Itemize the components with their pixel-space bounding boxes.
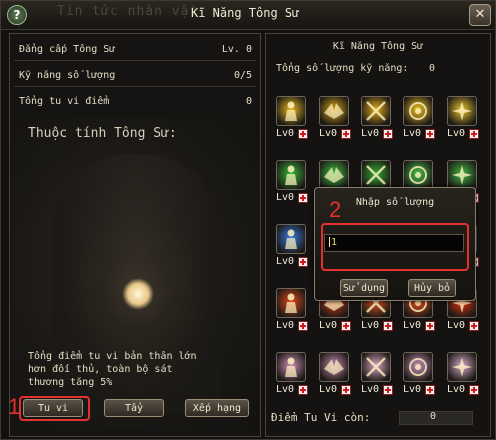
skill-slot[interactable]: Lv0 xyxy=(272,160,308,208)
pink-totem-icon[interactable] xyxy=(447,352,477,382)
master-attribute-description: Tổng điểm tu vi bản thân lớn hơn đối thủ… xyxy=(28,350,238,389)
cancel-button[interactable]: Hủy bỏ xyxy=(408,279,456,297)
stat-value-master-level: Lv. 0 xyxy=(221,44,252,55)
add-skill-plus-icon[interactable] xyxy=(298,193,308,203)
skill-level-label: Lv0 xyxy=(276,384,295,395)
skill-level-label: Lv0 xyxy=(403,128,422,139)
reset-button[interactable]: Tẩy xyxy=(104,399,164,417)
skill-level-label: Lv0 xyxy=(361,384,380,395)
golden-spark-icon[interactable] xyxy=(447,96,477,126)
skill-slot[interactable]: Lv0 xyxy=(357,96,393,144)
divider xyxy=(14,86,256,87)
green-spiral-icon[interactable] xyxy=(403,160,433,190)
green-figure-icon[interactable] xyxy=(276,160,306,190)
skill-level-label: Lv0 xyxy=(361,320,380,331)
master-skill-window: ? Tin tức nhân vật Kĩ Năng Tông Sư ✕ Đẳn… xyxy=(0,0,496,440)
add-skill-plus-icon[interactable] xyxy=(383,321,393,331)
yellow-shield-icon[interactable] xyxy=(276,96,306,126)
add-skill-plus-icon[interactable] xyxy=(425,385,435,395)
skill-slot[interactable]: Lv0 xyxy=(399,96,435,144)
add-skill-plus-icon[interactable] xyxy=(341,385,351,395)
add-skill-plus-icon[interactable] xyxy=(425,129,435,139)
green-blades-icon[interactable] xyxy=(361,160,391,190)
skill-level-label: Lv0 xyxy=(319,320,338,331)
skill-level-label: Lv0 xyxy=(276,320,295,331)
description-line: thương tăng 5% xyxy=(28,377,113,388)
use-button[interactable]: Sử dụng xyxy=(340,279,388,297)
background-tab-title: Tin tức nhân vật xyxy=(57,4,199,19)
skill-slot[interactable]: Lv0 xyxy=(272,96,308,144)
add-skill-plus-icon[interactable] xyxy=(383,129,393,139)
skill-slot[interactable]: Lv0 xyxy=(357,352,393,400)
add-skill-plus-icon[interactable] xyxy=(469,129,479,139)
skill-level-label: Lv0 xyxy=(276,192,295,203)
skill-slot[interactable]: Lv0 xyxy=(272,288,308,336)
add-skill-plus-icon[interactable] xyxy=(298,385,308,395)
skill-level-label: Lv0 xyxy=(403,320,422,331)
total-skill-count-label: Tổng số lượng kỹ năng: xyxy=(276,63,409,74)
description-line: Tổng điểm tu vi bản thân lớn xyxy=(28,351,197,362)
skill-slot[interactable]: Lv0 xyxy=(272,224,308,272)
description-line: hơn đối thủ, toàn bộ sát xyxy=(28,364,173,375)
stat-label-total-cultivation: Tổng tu vi điểm xyxy=(19,96,110,107)
golden-spiral-icon[interactable] xyxy=(403,96,433,126)
skill-level-label: Lv0 xyxy=(319,384,338,395)
add-skill-plus-icon[interactable] xyxy=(425,321,435,331)
skill-level-label: Lv0 xyxy=(319,128,338,139)
add-skill-plus-icon[interactable] xyxy=(341,321,351,331)
skill-level-label: Lv0 xyxy=(447,384,466,395)
crossed-blades-icon[interactable] xyxy=(361,96,391,126)
stat-label-skill-count: Kỹ năng số lượng xyxy=(19,70,116,81)
add-skill-plus-icon[interactable] xyxy=(469,385,479,395)
add-skill-plus-icon[interactable] xyxy=(298,321,308,331)
annotation-highlight-quantity-input xyxy=(321,223,469,271)
skill-slot[interactable]: Lv0 xyxy=(443,352,479,400)
annotation-step-2: 2 xyxy=(329,197,342,222)
remaining-cultivation-label: Điểm Tu Vi còn: xyxy=(271,411,371,424)
master-info-panel: Đẳng cấp Tông Sư Lv. 0 Kỹ năng số lượng … xyxy=(9,33,261,437)
green-wing-icon[interactable] xyxy=(319,160,349,190)
blue-figure-icon[interactable] xyxy=(276,224,306,254)
close-x-icon[interactable]: ✕ xyxy=(469,4,491,26)
skills-panel-title: Kĩ Năng Tông Sư xyxy=(332,41,424,52)
add-skill-plus-icon[interactable] xyxy=(298,257,308,267)
pink-blades-icon[interactable] xyxy=(361,352,391,382)
stat-value-skill-count: 0/5 xyxy=(233,70,252,81)
total-skill-count-value: 0 xyxy=(429,63,436,74)
skill-slot[interactable]: Lv0 xyxy=(315,96,351,144)
glowing-orb xyxy=(122,278,154,310)
skill-slot[interactable]: Lv0 xyxy=(399,352,435,400)
red-figure-icon[interactable] xyxy=(276,288,306,318)
remaining-cultivation-value: 0 xyxy=(430,411,437,422)
master-attributes-title: Thuộc tính Tông Sư: xyxy=(28,126,177,141)
skill-slot[interactable]: Lv0 xyxy=(272,352,308,400)
title-bar[interactable]: ? Tin tức nhân vật Kĩ Năng Tông Sư ✕ xyxy=(1,1,495,30)
skill-level-label: Lv0 xyxy=(361,128,380,139)
skill-level-label: Lv0 xyxy=(447,128,466,139)
skill-level-label: Lv0 xyxy=(403,384,422,395)
skill-slot[interactable]: Lv0 xyxy=(315,352,351,400)
pink-wing-icon[interactable] xyxy=(319,352,349,382)
wing-crest-icon[interactable] xyxy=(319,96,349,126)
stat-label-master-level: Đẳng cấp Tông Sư xyxy=(19,44,116,55)
window-title: Kĩ Năng Tông Sư xyxy=(191,6,300,20)
add-skill-plus-icon[interactable] xyxy=(469,321,479,331)
skill-level-label: Lv0 xyxy=(447,320,466,331)
ranking-button[interactable]: Xếp hạng xyxy=(185,399,249,417)
skill-level-label: Lv0 xyxy=(276,128,295,139)
skill-slot[interactable]: Lv0 xyxy=(443,96,479,144)
stat-value-total-cultivation: 0 xyxy=(245,96,252,107)
pink-figure-icon[interactable] xyxy=(276,352,306,382)
add-skill-plus-icon[interactable] xyxy=(298,129,308,139)
add-skill-plus-icon[interactable] xyxy=(341,129,351,139)
add-skill-plus-icon[interactable] xyxy=(383,385,393,395)
pink-spiral-icon[interactable] xyxy=(403,352,433,382)
green-spark-icon[interactable] xyxy=(447,160,477,190)
divider xyxy=(14,60,256,61)
annotation-highlight-cultivation-button xyxy=(19,396,90,421)
question-mark-icon[interactable]: ? xyxy=(7,5,27,25)
skill-level-label: Lv0 xyxy=(276,256,295,267)
